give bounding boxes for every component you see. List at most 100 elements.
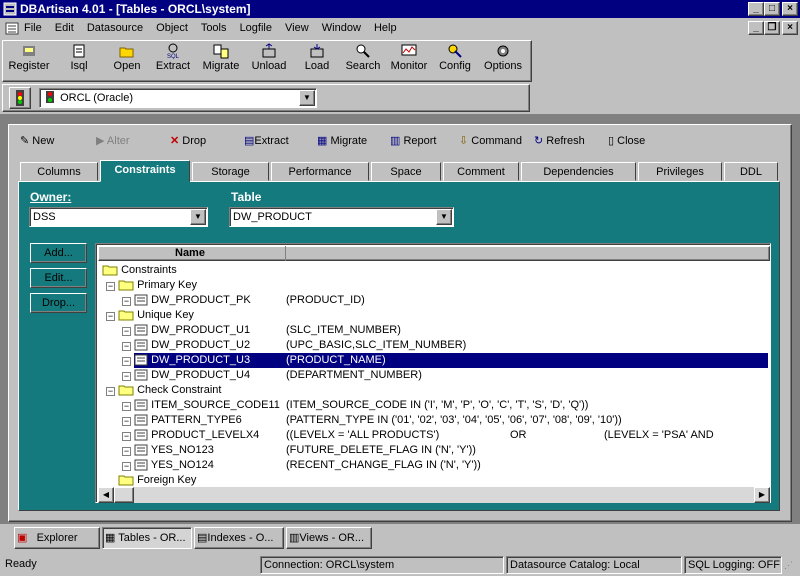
collapse-icon[interactable]: − [122,417,131,426]
menu-object[interactable]: Object [156,22,188,34]
group-unique-key[interactable]: Unique Key [118,308,194,323]
datasource-select[interactable]: ORCL (Oracle) ▼ [39,88,317,108]
register-button[interactable]: Register [5,43,53,81]
collapse-icon[interactable]: − [122,462,131,471]
search-label: Search [345,60,381,72]
tree-row[interactable]: ITEM_SOURCE_CODE11 [134,398,280,413]
tab-constraints[interactable]: Constraints [100,160,190,182]
search-button[interactable]: Search [339,43,387,81]
close-object-button[interactable]: ▯ Close [608,128,645,154]
group-primary-key[interactable]: Primary Key [118,278,197,293]
tab-storage[interactable]: Storage [192,162,269,181]
resize-grip-icon[interactable]: ⋰ [784,560,798,574]
menu-tools[interactable]: Tools [201,22,227,34]
menu-file[interactable]: File [24,22,42,34]
config-button[interactable]: Config [431,43,479,81]
menu-view[interactable]: View [285,22,309,34]
owner-label: Owner: [30,190,72,204]
name-column-header[interactable]: Name [175,247,205,260]
minimize-button[interactable]: _ [748,2,764,16]
tree-row[interactable]: DW_PRODUCT_U2 [134,338,250,353]
load-button[interactable]: Load [293,43,341,81]
drop-constraint-button[interactable]: Drop... [30,293,87,313]
menu-window[interactable]: Window [322,22,361,34]
collapse-icon[interactable]: − [122,372,131,381]
constraint-definition-part: (LEVELX = 'PSA' AND [604,429,714,441]
child-minimize-button[interactable]: _ [748,21,764,35]
menu-help[interactable]: Help [374,22,397,34]
report-button[interactable]: ▥ Report [390,128,437,154]
collapse-icon[interactable]: − [122,447,131,456]
scroll-left-icon[interactable]: ◀ [98,487,114,503]
chevron-down-icon[interactable]: ▼ [436,209,452,225]
collapse-icon[interactable]: − [122,357,131,366]
collapse-icon[interactable]: − [106,387,115,396]
collapse-icon[interactable]: − [122,402,131,411]
tree-row[interactable]: YES_NO124 [134,458,214,473]
tab-ddl[interactable]: DDL [724,162,778,181]
refresh-button[interactable]: ↻ Refresh [534,128,585,154]
tab-privileges[interactable]: Privileges [638,162,722,181]
migrate-button[interactable]: Migrate [197,43,245,81]
tab-performance[interactable]: Performance [271,162,369,181]
tree-row-selected[interactable]: DW_PRODUCT_U3 (PRODUCT_NAME) [134,353,768,368]
constraints-tree[interactable]: Name Constraints − Primary Key − DW_PROD… [95,243,771,503]
group-foreign-key[interactable]: Foreign Key [118,473,196,488]
edit-button[interactable]: Edit... [30,268,87,288]
traffic-light-button[interactable] [9,87,31,109]
collapse-icon[interactable]: − [122,327,131,336]
new-button[interactable]: ✎ New [20,128,54,154]
tab-space[interactable]: Space [371,162,441,181]
tree-row[interactable]: PATTERN_TYPE6 [134,413,242,428]
window-tab-indexes[interactable]: ▤Indexes - O... [194,527,284,549]
unload-button[interactable]: Unload [245,43,293,81]
collapse-icon[interactable]: − [122,432,131,441]
owner-select[interactable]: DSS ▼ [29,207,208,227]
add-button[interactable]: Add... [30,243,87,263]
open-button[interactable]: Open [103,43,151,81]
chevron-down-icon[interactable]: ▼ [190,209,206,225]
table-value: DW_PRODUCT [233,211,312,223]
alter-icon: ▶ [96,135,105,147]
extract-button[interactable]: SQL Extract [149,43,197,81]
tree-row[interactable]: YES_NO123 [134,443,214,458]
collapse-icon[interactable]: − [106,312,115,321]
window-tab-views[interactable]: ▥Views - OR... [286,527,372,549]
new-icon: ✎ [20,135,30,147]
extract-object-button[interactable]: ▤Extract [244,128,289,154]
tree-row[interactable]: PRODUCT_LEVELX4 [134,428,259,443]
tree-root[interactable]: Constraints [102,263,177,278]
tree-row[interactable]: DW_PRODUCT_U4 [134,368,250,383]
monitor-button[interactable]: Monitor [385,43,433,81]
migrate-object-button[interactable]: ▦ Migrate [317,128,367,154]
drop-button[interactable]: ✕ Drop [170,128,206,154]
menu-edit[interactable]: Edit [55,22,74,34]
document-icon[interactable] [5,22,19,35]
tree-row[interactable]: DW_PRODUCT_U1 [134,323,250,338]
tab-comment[interactable]: Comment [443,162,519,181]
window-tab-tables[interactable]: ▦ Tables - OR... [102,527,192,549]
chevron-down-icon[interactable]: ▼ [299,90,315,106]
tab-columns[interactable]: Columns [20,162,98,181]
tree-row[interactable]: DW_PRODUCT_PK [134,293,251,308]
command-button[interactable]: ⇩ Command [459,128,522,154]
close-button[interactable]: × [782,2,798,16]
window-tab-explorer[interactable]: ▣ Explorer [14,527,100,549]
collapse-icon[interactable]: − [122,297,131,306]
scrollbar-thumb[interactable] [114,487,134,503]
collapse-icon[interactable]: − [122,342,131,351]
options-button[interactable]: Options [479,43,527,81]
child-close-button[interactable]: × [782,21,798,35]
scroll-right-icon[interactable]: ▶ [754,487,770,503]
column-header[interactable]: Name [98,246,770,261]
group-check-constraint[interactable]: Check Constraint [118,383,221,398]
child-restore-button[interactable]: ❐ [764,21,780,35]
maximize-button[interactable]: □ [764,2,780,16]
collapse-icon[interactable]: − [106,282,115,291]
horizontal-scrollbar[interactable]: ◀ ▶ [98,487,770,503]
menu-datasource[interactable]: Datasource [87,22,143,34]
menu-logfile[interactable]: Logfile [240,22,272,34]
tab-dependencies[interactable]: Dependencies [521,162,636,181]
isql-button[interactable]: Isql [55,43,103,81]
table-select[interactable]: DW_PRODUCT ▼ [229,207,454,227]
